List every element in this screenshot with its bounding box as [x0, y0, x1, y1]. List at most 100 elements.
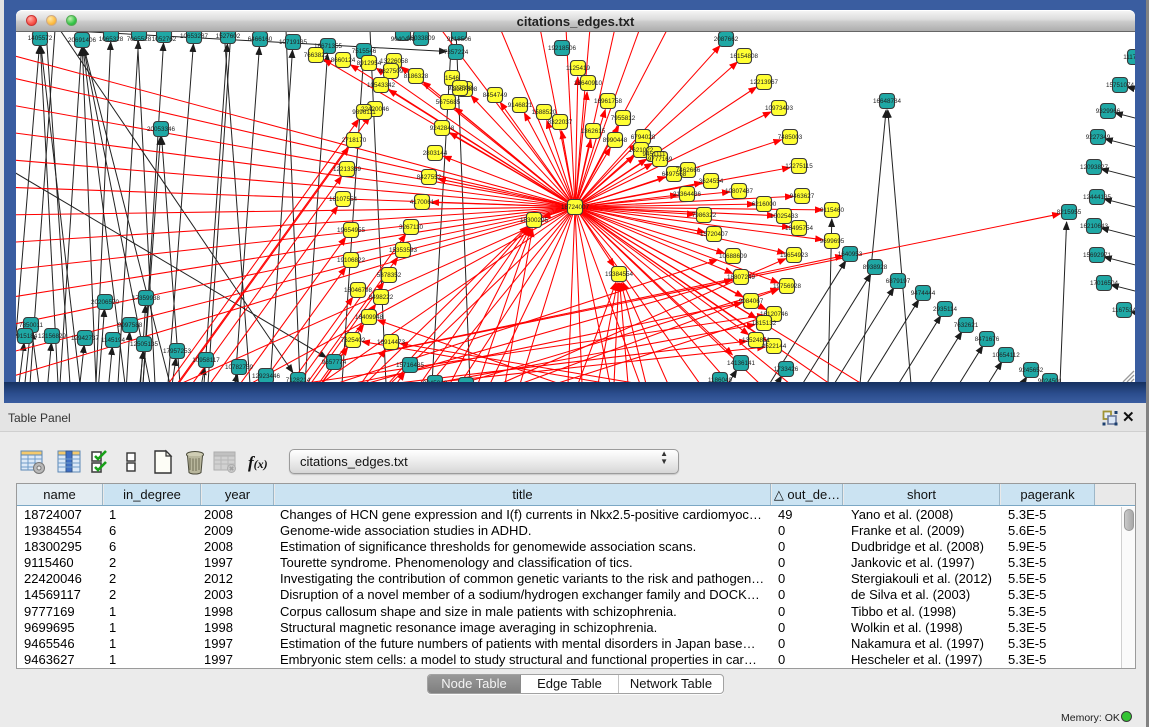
- svg-text:10782759: 10782759: [225, 364, 254, 371]
- svg-text:6794028: 6794028: [631, 134, 656, 141]
- svg-text:3915184: 3915184: [16, 333, 38, 340]
- svg-text:2718170: 2718170: [342, 137, 367, 144]
- svg-text:16154808: 16154808: [730, 53, 759, 60]
- svg-text:18495754: 18495754: [785, 225, 814, 232]
- svg-text:10973493: 10973493: [765, 105, 794, 112]
- svg-text:15751074: 15751074: [1106, 82, 1135, 89]
- svg-text:7632621: 7632621: [954, 322, 979, 329]
- svg-text:18724007: 18724007: [561, 204, 590, 211]
- svg-text:18807249: 18807249: [727, 274, 756, 281]
- svg-text:15716485: 15716485: [396, 362, 425, 369]
- svg-text:1527602: 1527602: [216, 33, 241, 40]
- svg-text:19384554: 19384554: [605, 271, 634, 278]
- svg-text:1733426: 1733426: [774, 366, 799, 373]
- svg-text:9657774: 9657774: [322, 359, 347, 366]
- svg-text:10654112: 10654112: [992, 352, 1020, 359]
- svg-text:9084067: 9084067: [739, 298, 764, 305]
- svg-text:6466160: 6466160: [248, 36, 273, 43]
- svg-text:8498222: 8498222: [369, 294, 394, 301]
- svg-text:18300295: 18300295: [520, 217, 549, 224]
- svg-text:1065328: 1065328: [99, 36, 124, 43]
- svg-text:1125419: 1125419: [566, 65, 591, 72]
- svg-text:20053346: 20053346: [147, 126, 176, 133]
- svg-text:16046798: 16046798: [344, 287, 373, 294]
- svg-text:16033809: 16033809: [407, 35, 436, 42]
- svg-text:7625402: 7625402: [341, 337, 366, 344]
- svg-text:7065528: 7065528: [127, 36, 152, 43]
- svg-text:12156829: 12156829: [38, 333, 67, 340]
- svg-text:7986322: 7986322: [692, 212, 717, 219]
- svg-text:9146821: 9146821: [508, 102, 533, 109]
- svg-text:9699695: 9699695: [820, 238, 845, 245]
- svg-text:10543342: 10543342: [367, 82, 396, 89]
- svg-text:10688609: 10688609: [719, 253, 748, 260]
- svg-text:2087662: 2087662: [714, 36, 739, 43]
- svg-text:1546: 1546: [445, 75, 460, 82]
- svg-text:1167534: 1167534: [1112, 307, 1135, 314]
- svg-text:3267110: 3267110: [399, 224, 424, 231]
- svg-text:1815132: 1815132: [752, 320, 777, 327]
- svg-text:12444135: 12444135: [1083, 194, 1112, 201]
- svg-text:8990448: 8990448: [603, 137, 628, 144]
- svg-text:12213967: 12213967: [750, 79, 779, 86]
- svg-text:16648784: 16648784: [873, 98, 902, 105]
- svg-text:1052762: 1052762: [152, 36, 177, 43]
- svg-text:18640910: 18640910: [574, 80, 603, 87]
- svg-text:16210643: 16210643: [1080, 223, 1109, 230]
- svg-text:9242848: 9242848: [430, 125, 455, 132]
- svg-text:8454749: 8454749: [483, 92, 508, 99]
- svg-text:8912954: 8912954: [357, 60, 382, 67]
- svg-text:12923446: 12923446: [252, 373, 281, 380]
- svg-text:7663822: 7663822: [304, 52, 329, 59]
- svg-text:7357224: 7357224: [444, 49, 469, 56]
- svg-text:9463627: 9463627: [790, 193, 815, 200]
- svg-text:2803144: 2803144: [423, 150, 448, 157]
- svg-text:1117534: 1117534: [1123, 54, 1135, 61]
- svg-text:9024501: 9024501: [1038, 378, 1063, 382]
- svg-text:20691406: 20691406: [68, 37, 97, 44]
- svg-text:15720407: 15720407: [700, 231, 729, 238]
- svg-text:15353593: 15353593: [389, 247, 418, 254]
- svg-text:15692971: 15692971: [1083, 252, 1112, 259]
- svg-text:17359938: 17359938: [132, 295, 161, 302]
- svg-text:8186328: 8186328: [404, 73, 429, 80]
- svg-text:1362615: 1362615: [581, 128, 606, 135]
- svg-text:9218506: 9218506: [447, 36, 472, 43]
- svg-text:9097588: 9097588: [118, 322, 143, 329]
- svg-text:6879197: 6879197: [886, 278, 911, 285]
- svg-text:1588520: 1588520: [532, 109, 557, 116]
- svg-text:16107554: 16107554: [329, 196, 358, 203]
- svg-text:8660124: 8660124: [331, 57, 356, 64]
- svg-text:19218506: 19218506: [548, 45, 577, 52]
- svg-text:19756928: 19756928: [773, 283, 802, 290]
- svg-text:7128214: 7128214: [286, 377, 311, 382]
- svg-text:21364436: 21364436: [673, 191, 702, 198]
- svg-text:5675685: 5675685: [436, 99, 461, 106]
- svg-text:3624554: 3624554: [699, 178, 724, 185]
- svg-text:16961758: 16961758: [594, 98, 623, 105]
- svg-text:19654923: 19654923: [780, 252, 809, 259]
- svg-text:17016504: 17016504: [1090, 280, 1119, 287]
- svg-text:9327508: 9327508: [448, 85, 473, 92]
- svg-text:9245012: 9245012: [423, 380, 448, 382]
- svg-text:12505135: 12505135: [130, 341, 159, 348]
- svg-text:17957253: 17957253: [163, 348, 192, 355]
- svg-text:10719135: 10719135: [279, 39, 308, 46]
- svg-text:1405572: 1405572: [28, 35, 53, 42]
- svg-text:20206570: 20206570: [91, 299, 120, 306]
- svg-text:10025433: 10025433: [770, 213, 799, 220]
- svg-text:9896111: 9896111: [352, 109, 376, 116]
- svg-text:16914473: 16914473: [377, 339, 406, 346]
- svg-text:9227349: 9227349: [1086, 134, 1111, 141]
- svg-text:8471676: 8471676: [975, 336, 1000, 343]
- svg-text:9777169: 9777169: [648, 156, 673, 163]
- svg-text:12213369: 12213369: [333, 166, 362, 173]
- svg-text:5878352: 5878352: [377, 272, 402, 279]
- svg-text:10807487: 10807487: [725, 188, 754, 195]
- svg-text:9329966: 9329966: [1096, 108, 1121, 115]
- svg-text:12093827: 12093827: [1080, 164, 1109, 171]
- svg-text:1145194: 1145194: [101, 337, 126, 344]
- svg-text:4170061: 4170061: [410, 199, 435, 206]
- svg-text:8322037: 8322037: [548, 119, 573, 126]
- svg-text:9245652: 9245652: [1019, 367, 1044, 374]
